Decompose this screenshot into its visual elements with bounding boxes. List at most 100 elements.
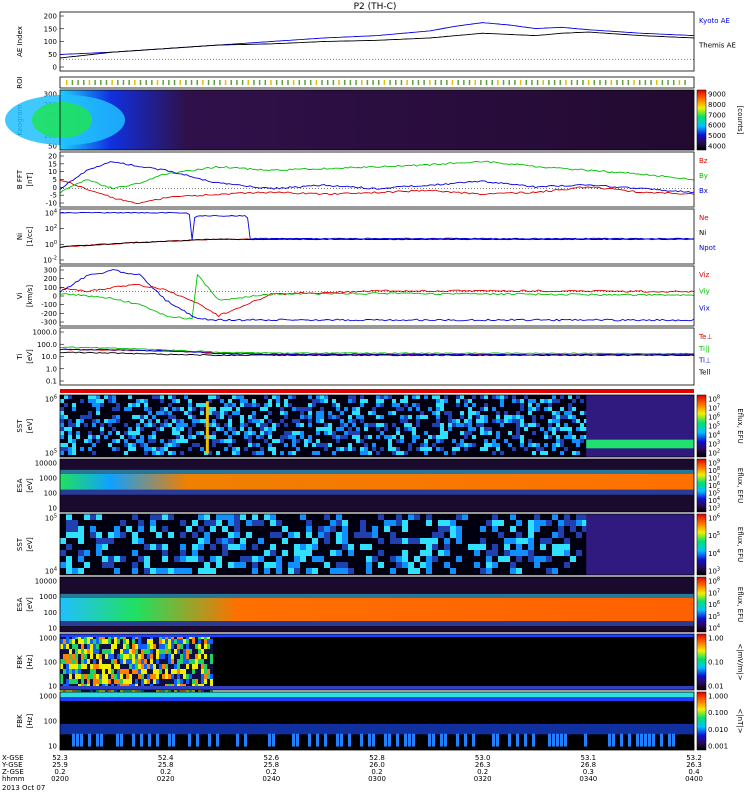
panel-velocity-ytick: -300 xyxy=(41,319,57,327)
panel-velocity-units: [km/s] xyxy=(26,285,34,308)
panel-esa_e-ytick: 100 xyxy=(44,490,57,498)
panels: AE Index200150100500Kyoto AEThemis AEROI… xyxy=(5,11,744,751)
legend-temperature-3: Tell xyxy=(698,368,710,376)
panel-roi: ROI xyxy=(16,76,695,89)
panel-velocity-ytick: -100 xyxy=(41,301,57,309)
panel-keogram-colorbar-label: 4000 xyxy=(708,143,726,151)
panel-density-ytick: 100 xyxy=(45,240,57,249)
panel-ae-ylabel: AE Index xyxy=(16,26,24,57)
panel-keogram-colorbar-label: 6000 xyxy=(708,122,726,130)
figure-title: P2 (TH-C) xyxy=(354,2,397,12)
xaxis-tick-time: 0340 xyxy=(579,775,597,783)
panel-esa_e-ytick: 1000 xyxy=(39,475,57,483)
legend-ae-1: Themis AE xyxy=(698,42,736,50)
panel-velocity-frame xyxy=(59,265,695,327)
panel-fbk_e-units: [Hz] xyxy=(26,655,34,670)
panel-sst_e-colorbar-label: 108 xyxy=(708,395,720,404)
panel-sst_e-colorbar-title: Eflux, EFU xyxy=(736,408,744,443)
panel-ae-ytick: 50 xyxy=(48,51,57,59)
panel-fbk_e-colorbar-label: 0.01 xyxy=(708,683,724,691)
panel-ae: AE Index 200 150 100 50 0 Kyoto AE Themis AE xyxy=(16,11,736,72)
panel-esa_i-colorbar-label: 106 xyxy=(708,600,720,609)
panel-esa_i-ylabel: ESA xyxy=(16,597,24,611)
panel-bfield-ytick: 20 xyxy=(48,153,57,161)
panel-fbk_e-ytick: 1000 xyxy=(39,635,57,643)
panel-velocity-ytick: 100 xyxy=(44,284,57,292)
heat-keogram xyxy=(60,90,694,150)
legend-bfield-1: By xyxy=(699,172,708,180)
panel-temperature-units: [eV] xyxy=(26,349,34,364)
panel-fbk_b-units: [Hz] xyxy=(26,714,34,729)
panel-ae-ytick: 0 xyxy=(53,64,57,72)
panel-sst_e-colorbar xyxy=(696,394,707,458)
panel-ae-frame xyxy=(59,11,695,72)
panel-bfield-ytick: 10 xyxy=(48,168,57,176)
panel-sst_i-ytick: 104 xyxy=(45,567,57,576)
panel-esa_e-units: [eV] xyxy=(26,478,34,493)
panel-esa_e-ylabel: ESA xyxy=(16,478,24,492)
panel-sst_e-colorbar-label: 102 xyxy=(708,449,720,458)
panel-esa_i-colorbar xyxy=(696,576,707,633)
series-velocity-0 xyxy=(60,283,694,318)
xaxis-tick-time: 0200 xyxy=(51,775,69,783)
panel-fbk_b-colorbar-label: 1.000 xyxy=(708,693,728,701)
panel-sst_i-colorbar xyxy=(696,513,707,576)
panel-bfield-ylabel: B FFT xyxy=(16,169,24,189)
panel-bfield-ytick: 5 xyxy=(53,176,57,184)
xaxis-tick-time: 0320 xyxy=(474,775,492,783)
panel-density-frame xyxy=(59,208,695,265)
panel-esa_i-units: [eV] xyxy=(26,597,34,612)
panel-esa_i-ytick: 100 xyxy=(44,609,57,617)
date-label: 2013 Oct 07 xyxy=(2,784,45,792)
xaxis-tick-time: 0300 xyxy=(368,775,386,783)
panel-fbk_e: FBK [Hz] 1000 100 10 1.00 0.10 0.01 <|mV/m|> xyxy=(16,633,744,694)
panel-temperature-ytick: 1000.0 xyxy=(33,329,58,337)
legend-velocity-0: Viz xyxy=(699,271,710,279)
panel-fbk_e-colorbar xyxy=(696,633,707,691)
legend-velocity-2: Vix xyxy=(699,304,710,312)
plot-canvas: P2 (TH-C) AE Index200150100500Kyoto AETh… xyxy=(1,2,744,792)
panel-fbk_b: FBK [Hz] 1000 100 10 1.000 0.100 0.010 0.001 <|nT… xyxy=(16,691,744,751)
panel-density: Ni [1/cc]10410210010-2NeNiNpot xyxy=(16,209,716,265)
panel-sst_e-colorbar-label: 107 xyxy=(708,404,720,413)
panel-esa_i-ytick: 10 xyxy=(48,625,57,633)
panel-velocity: Vi [km/s] 3002001000-100-200-300 Viz Viy Vix xyxy=(16,265,710,327)
panel-sst_i-colorbar-label: 104 xyxy=(708,549,720,558)
series-density-2 xyxy=(60,211,694,240)
panel-keogram-colorbar-label: 8000 xyxy=(708,101,726,109)
panel-keogram-colorbar-label: 7000 xyxy=(708,111,726,119)
panel-esa_e-colorbar-label: 103 xyxy=(708,504,720,513)
panel-velocity-ytick: 300 xyxy=(44,267,57,275)
panel-sst_i-colorbar-label: 106 xyxy=(708,514,720,523)
panel-density-ytick: 10-2 xyxy=(43,256,57,265)
legend-density-2: Npot xyxy=(699,244,716,252)
panel-fbk_b-colorbar-label: 0.100 xyxy=(708,709,728,717)
panel-temperature: Ti [eV] 1000.0 100.0 10.0 1.0 0.1 Te⊥ Ti|| Ti⊥ Tel… xyxy=(16,327,713,386)
panel-temperature-ylabel: Ti xyxy=(16,353,24,360)
panel-esa_e-ytick: 10000 xyxy=(35,460,57,468)
series-velocity-1 xyxy=(60,273,694,320)
panel-density-ylabel: Ni xyxy=(16,233,24,240)
panel-sst_i-units: [eV] xyxy=(26,537,34,552)
panel-bfield-ytick: -10 xyxy=(46,200,57,208)
panel-esa_i-colorbar-label: 108 xyxy=(708,577,720,586)
panel-sst_e-ytick: 105 xyxy=(45,449,57,458)
panel-sst_i-colorbar-title: Eflux, EFU xyxy=(736,527,744,562)
panel-density-ytick: 102 xyxy=(45,224,57,233)
panel-roi-ylabel: ROI xyxy=(16,76,24,88)
separator-bar xyxy=(60,389,694,393)
panel-fbk_b-colorbar-title: <|nT|> xyxy=(736,708,744,733)
themis-summary-plot: P2 (TH-C) AE Index 200 150 100 50 0 Kyoto AE Th… xyxy=(0,0,750,800)
series-density-1 xyxy=(60,238,694,248)
panel-fbk_b-ytick: 1000 xyxy=(39,693,57,701)
panel-velocity-ytick: -200 xyxy=(41,310,57,318)
panel-bfield-ytick: -5 xyxy=(50,192,57,200)
series-density-0 xyxy=(60,238,694,248)
panel-fbk_e-colorbar-label: 1.00 xyxy=(708,635,724,643)
panel-fbk_e-ylabel: FBK xyxy=(16,655,24,669)
panel-temperature-ytick: 0.1 xyxy=(46,378,57,386)
panel-fbk_b-ytick: 10 xyxy=(48,743,57,751)
panel-keogram-colorbar-title: [counts] xyxy=(736,106,744,135)
panel-esa_i-colorbar-label: 107 xyxy=(708,588,720,597)
series-bfield-0 xyxy=(60,179,694,205)
